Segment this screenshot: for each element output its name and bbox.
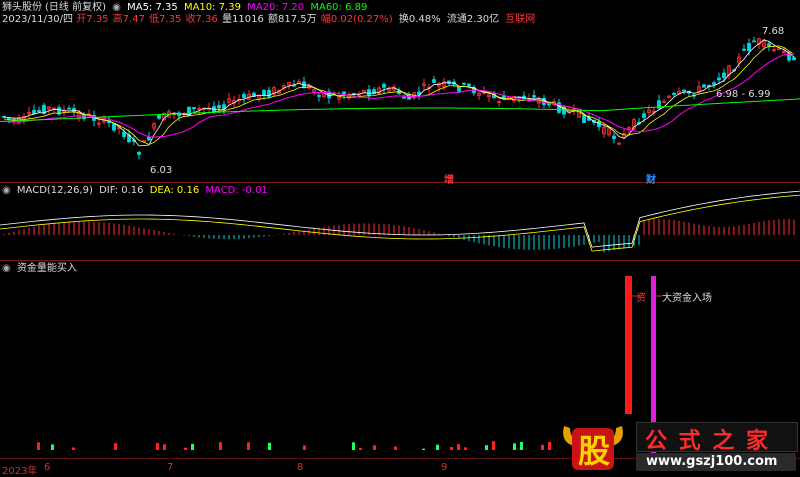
candle-body: [702, 84, 706, 88]
candle-body: [367, 89, 371, 96]
high-price-marker: 7.68: [762, 26, 785, 37]
candle-body: [682, 89, 686, 92]
candle-body: [717, 77, 721, 81]
candle-body: [382, 83, 386, 88]
volume-tick: [422, 448, 425, 450]
candle-body: [67, 107, 71, 110]
ma60-line: [0, 98, 800, 123]
volume-tick: [51, 444, 54, 450]
candle-body: [217, 105, 221, 109]
volume-tick: [457, 444, 460, 450]
macd-dea: DEA: 0.16: [149, 185, 200, 196]
volume-tick: [268, 442, 271, 450]
volume-tick: [520, 441, 523, 450]
axis-month-8: 8: [297, 462, 304, 473]
volume-tick: [156, 442, 159, 450]
candle-body: [122, 131, 126, 137]
volume-tick: [373, 445, 376, 450]
candle-body: [192, 107, 196, 110]
volume-tick: [352, 442, 355, 450]
watermark-logo: 股 公 式 之 家 www.gszj100.com: [558, 420, 798, 475]
volume-tick: [359, 448, 362, 450]
volume-tick: [114, 443, 117, 450]
indicator-header: ◉ 资金量能买入: [2, 263, 80, 275]
signal-big-fund-label: 大资金入场: [662, 293, 712, 304]
candle-body: [642, 113, 646, 118]
volume-tick: [163, 444, 166, 450]
badge-cai[interactable]: 财: [646, 171, 656, 186]
candle-body: [747, 42, 751, 52]
macd-title[interactable]: MACD(12,26,9): [17, 185, 93, 197]
candle-body: [462, 82, 466, 85]
candle-body: [32, 109, 36, 115]
axis-month-9: 9: [441, 462, 448, 473]
candle-body: [712, 82, 716, 85]
candle-body: [742, 48, 746, 51]
candle-body: [792, 57, 796, 61]
candle-body: [582, 115, 586, 123]
candle-body: [532, 95, 536, 98]
candle-body: [612, 135, 616, 139]
candle-body: [752, 40, 756, 43]
volume-tick: [37, 442, 40, 450]
watermark-text: 公 式 之 家: [645, 429, 770, 454]
candle-body: [137, 152, 141, 155]
axis-month-6: 6: [44, 462, 51, 473]
price-chart[interactable]: [0, 0, 800, 182]
indicator-settings-icon[interactable]: ◉: [2, 263, 11, 275]
watermark-title-box: 公 式 之 家: [636, 422, 798, 454]
candle-body: [147, 136, 151, 141]
low-price-marker: 6.03: [150, 165, 173, 176]
volume-tick: [548, 442, 551, 450]
indicator-title[interactable]: 资金量能买入: [17, 263, 77, 275]
volume-tick: [436, 444, 439, 450]
candle-body: [262, 90, 266, 96]
candle-body: [37, 110, 41, 113]
macd-header: ◉ MACD(12,26,9) DIF: 0.16 DEA: 0.16 MACD…: [2, 185, 271, 197]
volume-tick: [450, 447, 453, 450]
signal-zi-label: 资: [636, 293, 646, 304]
candle-body: [722, 72, 726, 79]
macd-dif: DIF: 0.16: [99, 185, 144, 196]
macd-value: MACD: -0.01: [205, 185, 268, 196]
volume-tick: [492, 441, 495, 450]
dea-line: [0, 194, 800, 252]
volume-tick: [541, 444, 544, 450]
volume-tick: [513, 443, 516, 450]
volume-tick: [191, 443, 194, 450]
volume-tick: [464, 447, 467, 450]
candle-body: [242, 94, 246, 99]
candle-body: [432, 79, 436, 83]
candle-body: [402, 96, 406, 99]
candle-body: [767, 43, 771, 46]
watermark-url[interactable]: www.gszj100.com: [646, 454, 777, 469]
volume-tick: [394, 446, 397, 450]
volume-tick: [303, 445, 306, 450]
volume-tick: [72, 447, 75, 450]
volume-tick: [247, 442, 250, 450]
watermark-glyph: 股: [578, 432, 611, 470]
volume-tick: [219, 442, 222, 450]
candle-body: [457, 86, 461, 92]
badge-zeng[interactable]: 增: [444, 171, 454, 186]
candle-body: [157, 114, 161, 119]
volume-tick: [184, 447, 187, 450]
candle-body: [467, 83, 471, 87]
axis-month-7: 7: [167, 462, 174, 473]
volume-tick: [485, 445, 488, 450]
ma20-line: [3, 52, 795, 138]
signal-bar-red: [625, 276, 632, 414]
watermark-url-box: www.gszj100.com: [636, 453, 796, 471]
range-price-marker: 6.98 - 6.99: [716, 89, 771, 100]
candle-body: [672, 93, 676, 95]
macd-settings-icon[interactable]: ◉: [2, 185, 11, 197]
candle-body: [317, 95, 321, 97]
